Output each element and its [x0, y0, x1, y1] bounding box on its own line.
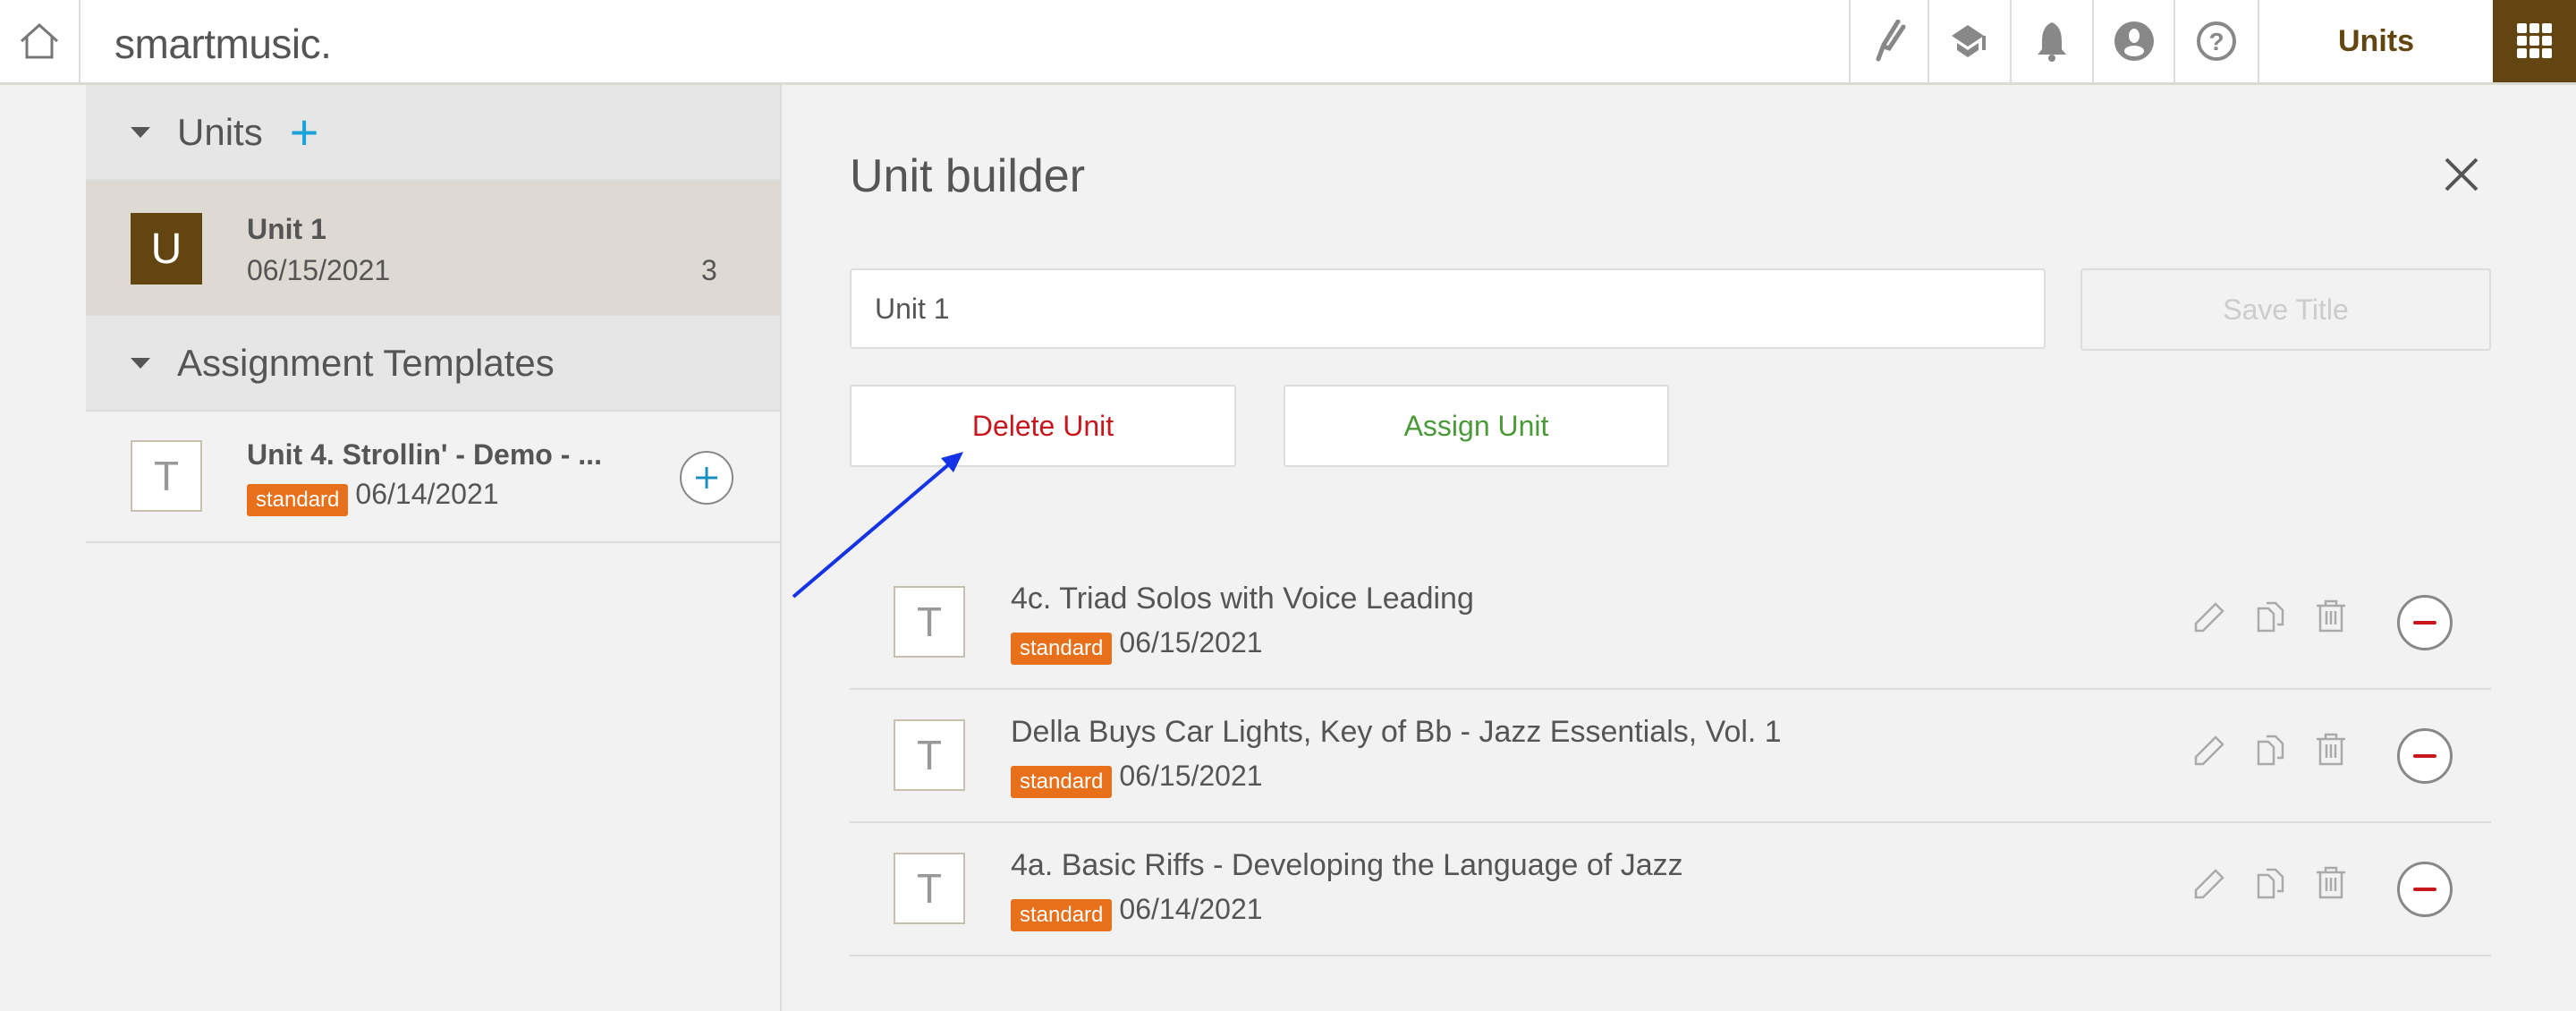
unit-builder-panel: Unit builder Save Title Delete Unit Assi…: [784, 85, 2576, 1011]
item-avatar: T: [894, 586, 965, 658]
home-button[interactable]: [0, 0, 80, 82]
standard-badge: standard: [1011, 632, 1113, 665]
template-avatar: T: [131, 440, 202, 512]
help-icon: ?: [2197, 21, 2236, 61]
unit-item-row: T Della Buys Car Lights, Key of Bb - Jaz…: [850, 690, 2491, 823]
save-title-button[interactable]: Save Title: [2080, 268, 2491, 351]
standard-badge: standard: [247, 483, 349, 516]
help-button[interactable]: ?: [2174, 0, 2258, 82]
graduation-cap-icon: [1952, 25, 1986, 57]
page-title: Unit builder: [850, 150, 1086, 202]
templates-section-header[interactable]: Assignment Templates: [86, 316, 780, 412]
duplicate-icon[interactable]: [2256, 866, 2290, 900]
unit-list-item[interactable]: U Unit 1 06/15/2021 3: [86, 181, 780, 316]
unit-title-input[interactable]: [850, 268, 2046, 349]
minus-icon: [2413, 754, 2436, 758]
item-date: 06/15/2021: [1119, 760, 1263, 792]
apps-grid-icon: [2516, 23, 2552, 58]
minus-icon: [2413, 621, 2436, 624]
item-avatar: T: [894, 719, 965, 791]
item-title[interactable]: 4a. Basic Riffs - Developing the Languag…: [1011, 848, 1683, 883]
unit-item-row: T 4c. Triad Solos with Voice Leading sta…: [850, 556, 2491, 690]
add-template-to-unit-button[interactable]: [680, 451, 733, 505]
unit-date: 06/15/2021: [247, 254, 391, 286]
trash-icon[interactable]: [2315, 866, 2347, 900]
remove-item-button[interactable]: [2397, 595, 2453, 650]
assign-unit-button[interactable]: Assign Unit: [1284, 385, 1669, 467]
home-icon: [20, 22, 59, 59]
edit-icon[interactable]: [2193, 733, 2227, 767]
tuner-button[interactable]: [1849, 0, 1928, 82]
template-date: 06/14/2021: [355, 478, 499, 510]
templates-section-label: Assignment Templates: [177, 341, 555, 384]
add-unit-button[interactable]: +: [290, 106, 319, 157]
smartmusic-logo: smartmusic.: [114, 21, 332, 67]
standard-badge: standard: [1011, 898, 1113, 931]
unit-name: Unit 1: [247, 213, 326, 245]
collapse-triangle-icon: [131, 126, 150, 138]
close-icon: [2445, 157, 2479, 191]
item-date: 06/15/2021: [1119, 626, 1263, 658]
minus-icon: [2413, 888, 2436, 891]
item-avatar: T: [894, 853, 965, 924]
apps-menu-button[interactable]: [2493, 0, 2576, 82]
delete-unit-button[interactable]: Delete Unit: [850, 385, 1236, 467]
trash-icon[interactable]: [2315, 599, 2347, 633]
unit-avatar: U: [131, 213, 202, 285]
template-name: Unit 4. Strollin' - Demo - ...: [247, 438, 602, 471]
item-date: 06/14/2021: [1119, 893, 1263, 925]
classes-button[interactable]: [1928, 0, 2010, 82]
unit-item-count: 3: [701, 254, 717, 286]
remove-item-button[interactable]: [2397, 728, 2453, 784]
collapse-triangle-icon: [131, 357, 150, 369]
close-button[interactable]: [2444, 157, 2479, 197]
svg-text:?: ?: [2208, 28, 2224, 55]
duplicate-icon[interactable]: [2256, 599, 2290, 633]
bell-icon: [2038, 22, 2066, 62]
sidebar: Units + U Unit 1 06/15/2021 3 Assignment…: [86, 85, 782, 1011]
unit-item-row: T 4a. Basic Riffs - Developing the Langu…: [850, 823, 2491, 956]
plus-icon: [696, 467, 717, 489]
edit-icon[interactable]: [2193, 866, 2227, 900]
remove-item-button[interactable]: [2397, 862, 2453, 917]
tuning-fork-icon: [1876, 20, 1906, 62]
units-nav-link[interactable]: Units: [2258, 0, 2493, 82]
notifications-button[interactable]: [2010, 0, 2092, 82]
standard-badge: standard: [1011, 765, 1113, 798]
trash-icon[interactable]: [2315, 733, 2347, 767]
units-section-header[interactable]: Units +: [86, 85, 780, 181]
user-icon: [2114, 21, 2154, 61]
template-list-item[interactable]: T Unit 4. Strollin' - Demo - ... standar…: [86, 412, 780, 543]
item-title[interactable]: Della Buys Car Lights, Key of Bb - Jazz …: [1011, 715, 1782, 750]
top-bar: smartmusic. ? Units: [0, 0, 2576, 85]
edit-icon[interactable]: [2193, 599, 2227, 633]
item-title[interactable]: 4c. Triad Solos with Voice Leading: [1011, 582, 1474, 616]
duplicate-icon[interactable]: [2256, 733, 2290, 767]
units-section-label: Units: [177, 110, 263, 153]
account-button[interactable]: [2092, 0, 2174, 82]
